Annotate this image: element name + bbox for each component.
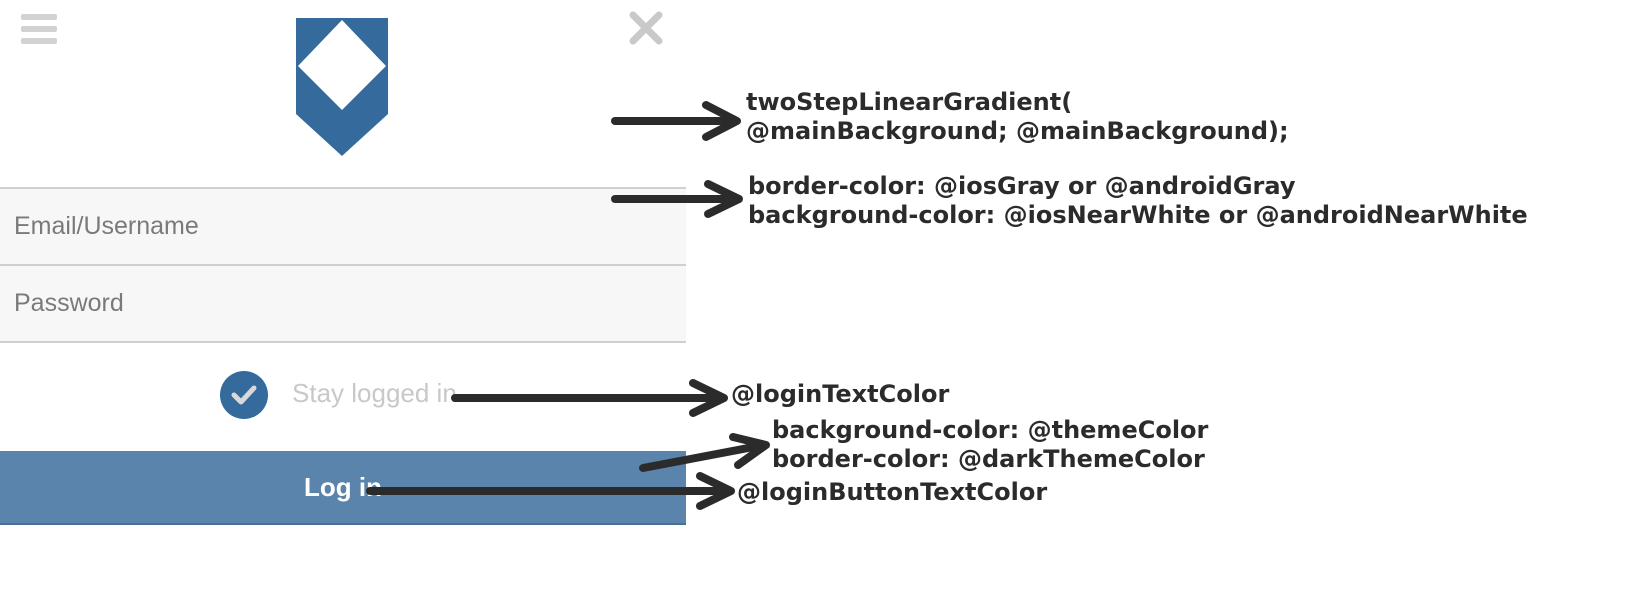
annotation-background-line1: twoStepLinearGradient( bbox=[746, 88, 1073, 116]
annotation-button-text: @loginButtonTextColor bbox=[737, 478, 1048, 506]
checkmark-icon bbox=[231, 385, 257, 405]
stay-logged-in-label[interactable]: Stay logged in bbox=[292, 378, 457, 409]
annotation-fields-line2: background-color: @iosNearWhite or @andr… bbox=[748, 201, 1528, 229]
login-button[interactable]: Log in bbox=[0, 451, 686, 525]
close-icon[interactable] bbox=[628, 10, 664, 46]
email-field[interactable] bbox=[14, 189, 674, 264]
annotation-background-line2: @mainBackground; @mainBackground); bbox=[746, 117, 1289, 145]
arrow-login-text bbox=[451, 379, 728, 417]
stay-logged-in-checkbox[interactable] bbox=[220, 371, 268, 419]
shield-logo-icon bbox=[296, 18, 388, 156]
arrow-background bbox=[611, 101, 741, 141]
annotation-button-line1: background-color: @themeColor bbox=[772, 416, 1209, 444]
annotation-fields: border-color: @iosGray or @androidGray b… bbox=[748, 172, 1528, 230]
annotation-login-text: @loginTextColor bbox=[731, 380, 950, 408]
password-field[interactable] bbox=[14, 266, 674, 341]
annotation-button-line2: border-color: @darkThemeColor bbox=[772, 445, 1205, 473]
annotation-button: background-color: @themeColor border-col… bbox=[772, 416, 1208, 474]
annotation-fields-line1: border-color: @iosGray or @androidGray bbox=[748, 172, 1296, 200]
password-field-row bbox=[0, 264, 686, 343]
email-field-row bbox=[0, 187, 686, 264]
hamburger-menu-icon[interactable] bbox=[21, 14, 57, 46]
annotation-background: twoStepLinearGradient( @mainBackground; … bbox=[746, 88, 1289, 146]
